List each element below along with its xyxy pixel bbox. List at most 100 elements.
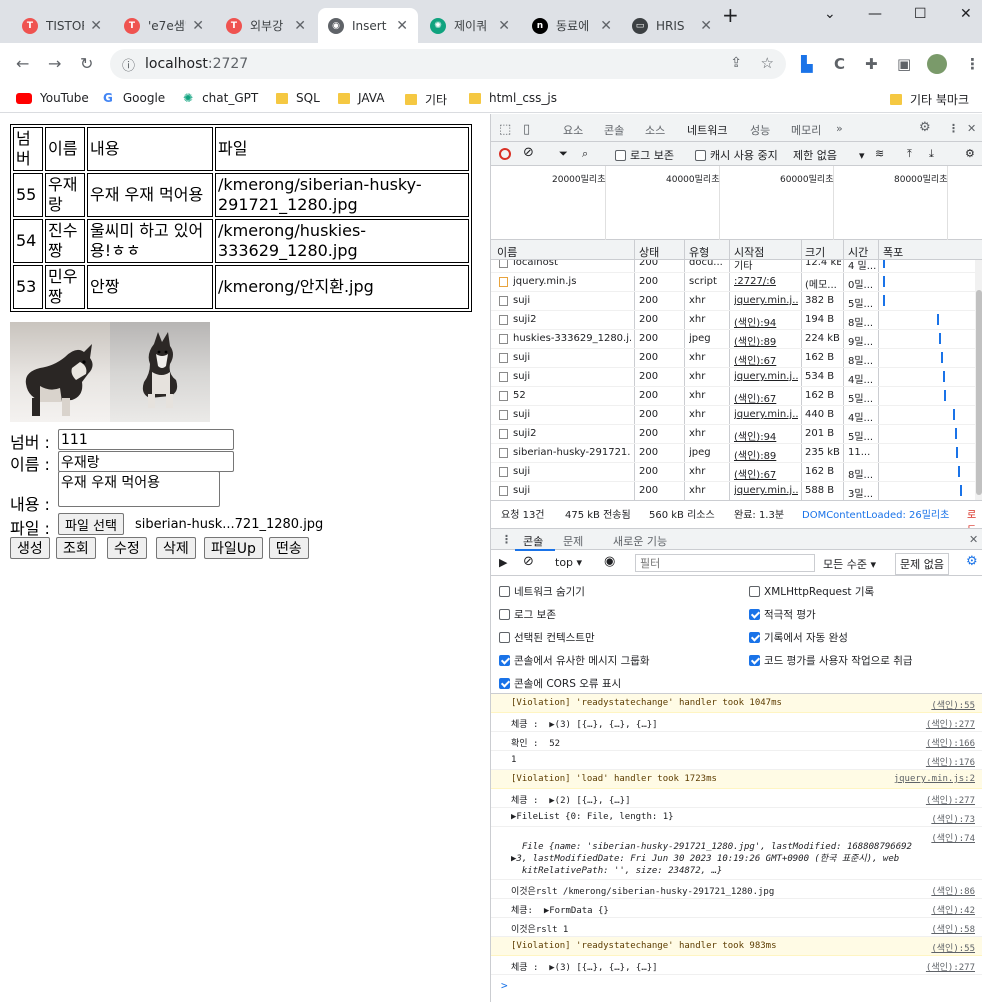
close-tab-icon[interactable]: ✕ [600, 18, 612, 34]
browser-tab[interactable]: n 동료에 ✕ [522, 8, 622, 43]
console-source-link[interactable]: (색인):55 [931, 698, 975, 711]
network-request-row[interactable]: suji 200 xhr (색인):67 162 B 8밀... [491, 349, 975, 368]
close-tab-icon[interactable]: ✕ [192, 18, 204, 34]
live-expression-eye-icon[interactable]: ◉ [604, 554, 615, 569]
request-init[interactable]: (색인):67 [734, 352, 798, 367]
tab-memory[interactable]: 메모리 [791, 122, 821, 138]
close-tab-icon[interactable]: ✕ [700, 18, 712, 34]
console-prompt[interactable]: > [501, 979, 508, 992]
request-init[interactable]: jquery.min.j... [734, 485, 798, 496]
console-setting-checkbox[interactable]: 코드 평가를 사용자 작업으로 취급 [749, 653, 913, 668]
console-source-link[interactable]: (색인):277 [926, 717, 975, 730]
share-icon[interactable]: ⇪ [730, 55, 742, 71]
console-setting-checkbox[interactable]: 콘솔에 CORS 오류 표시 [499, 676, 621, 691]
console-source-link[interactable]: (색인):166 [926, 736, 975, 749]
close-window-button[interactable]: ✕ [960, 6, 972, 22]
col-initiator[interactable]: 시작점 [734, 244, 764, 260]
console-source-link[interactable]: (색인):73 [931, 812, 975, 825]
request-init[interactable]: jquery.min.j... [734, 371, 798, 382]
request-init[interactable]: (색인):67 [734, 466, 798, 481]
reload-icon[interactable]: ↻ [80, 54, 93, 73]
console-source-link[interactable]: jquery.min.js:2 [894, 774, 975, 784]
maximize-button[interactable]: ☐ [914, 6, 927, 22]
tab-console[interactable]: 콘솔 [604, 122, 624, 138]
close-tab-icon[interactable]: ✕ [396, 18, 408, 34]
console-settings-icon[interactable]: ⚙ [966, 554, 978, 569]
network-request-row[interactable]: suji2 200 xhr (색인):94 201 B 5밀... [491, 425, 975, 444]
tab-performance[interactable]: 성능 [750, 122, 770, 138]
extension-icon[interactable]: ▙ [801, 55, 813, 73]
name-input[interactable] [58, 451, 234, 472]
bookmark-google[interactable]: G Google [103, 91, 165, 105]
forward-icon[interactable]: → [48, 54, 61, 73]
console-source-link[interactable]: (색인):74 [931, 831, 975, 844]
preserve-log-checkbox[interactable]: 로그 보존 [615, 147, 674, 163]
network-request-row[interactable]: suji 200 xhr jquery.min.j... 382 B 5밀... [491, 292, 975, 311]
clear-icon[interactable]: ⊘ [523, 145, 534, 160]
browser-tab[interactable]: ◉ Insert ✕ [318, 8, 418, 43]
network-request-row[interactable]: siberian-husky-291721... 200 jpeg (색인):89 23… [491, 444, 975, 463]
context-select[interactable]: top ▾ [555, 556, 582, 569]
console-source-link[interactable]: (색인):42 [931, 903, 975, 916]
inspect-icon[interactable]: ⬚ [499, 122, 511, 137]
download-icon[interactable]: ⤓ [929, 147, 934, 161]
close-tab-icon[interactable]: ✕ [294, 18, 306, 34]
request-init[interactable]: (색인):94 [734, 428, 798, 443]
col-time[interactable]: 시간 [848, 244, 868, 260]
extension-c-icon[interactable]: C [834, 55, 845, 73]
close-drawer-icon[interactable]: ✕ [969, 533, 978, 546]
close-devtools-icon[interactable]: ✕ [967, 122, 976, 135]
console-setting-checkbox[interactable]: 적극적 평가 [749, 607, 816, 622]
read-button[interactable]: 조회 [56, 537, 96, 559]
request-init[interactable]: jquery.min.j... [734, 295, 798, 306]
console-setting-checkbox[interactable]: 콘솔에서 유사한 메시지 그룹화 [499, 653, 650, 668]
request-init[interactable]: (색인):89 [734, 333, 798, 348]
minimize-button[interactable]: — [868, 6, 882, 22]
request-init[interactable]: jquery.min.j... [734, 409, 798, 420]
request-init[interactable]: (색인):89 [734, 447, 798, 462]
request-init[interactable]: :2727/:6 [734, 276, 798, 287]
bookmark-sql[interactable]: SQL [276, 91, 320, 105]
console-source-link[interactable]: (색인):55 [931, 941, 975, 954]
update-button[interactable]: 수정 [107, 537, 147, 559]
request-init[interactable]: 기타 [734, 260, 798, 272]
console-source-link[interactable]: (색인):277 [926, 960, 975, 973]
file-choose-button[interactable]: 파일 선택 [58, 513, 124, 535]
record-icon[interactable] [499, 148, 511, 160]
col-type[interactable]: 유형 [689, 244, 709, 260]
throttle-select[interactable]: 제한 없음 ▾ [793, 147, 865, 163]
more-tabs-icon[interactable]: » [836, 122, 843, 135]
browser-tab[interactable]: T TISTOR ✕ [12, 8, 112, 43]
log-levels-select[interactable]: 모든 수준 ▾ [823, 556, 876, 572]
bookmark-etc[interactable]: 기타 [405, 91, 447, 108]
console-filter-input[interactable] [635, 554, 815, 572]
console-setting-checkbox[interactable]: 선택된 컨텍스트만 [499, 630, 595, 645]
tab-sources[interactable]: 소스 [645, 122, 665, 138]
network-request-row[interactable]: huskies-333629_1280.j... 200 jpeg (색인):89 22… [491, 330, 975, 349]
network-request-row[interactable]: suji 200 xhr jquery.min.j... 440 B 4밀... [491, 406, 975, 425]
content-textarea[interactable]: 우재 우재 먹어용 [58, 471, 220, 507]
bookmark-html-css-js[interactable]: html_css_js [469, 91, 557, 105]
col-waterfall[interactable]: 폭포 [883, 244, 903, 260]
close-tab-icon[interactable]: ✕ [90, 18, 102, 34]
filter-icon[interactable]: ⏷ [559, 147, 568, 161]
drawer-tab-issues[interactable]: 문제 [563, 533, 583, 549]
console-setting-checkbox[interactable]: 네트워크 숨기기 [499, 584, 585, 599]
network-request-row[interactable]: suji2 200 xhr (색인):94 194 B 8밀... [491, 311, 975, 330]
network-request-row[interactable]: jquery.min.js 200 script:2727/:6 (메모... 0밀..… [491, 273, 975, 292]
menu-kebab-icon[interactable]: ⋮ [965, 55, 980, 73]
bookmark-java[interactable]: JAVA [338, 91, 384, 105]
issues-button[interactable]: 문제 없음 [895, 553, 949, 575]
network-request-row[interactable]: suji 200 xhr (색인):67 162 B 8밀... [491, 463, 975, 482]
address-bar[interactable]: ⓘ localhost:2727 ⇪ ☆ [110, 49, 786, 79]
browser-tab[interactable]: ▭ HRIS ✕ [622, 8, 722, 43]
profile-avatar[interactable] [927, 54, 947, 74]
request-init[interactable]: (색인):94 [734, 314, 798, 329]
upload-icon[interactable]: ⤒ [907, 147, 912, 161]
sidebar-toggle-icon[interactable]: ▶ [499, 556, 507, 569]
network-request-row[interactable]: suji 200 xhr jquery.min.j... 534 B 4밀... [491, 368, 975, 387]
browser-tab[interactable]: T 'e7e샘' ✕ [114, 8, 214, 43]
col-size[interactable]: 크기 [805, 244, 825, 260]
console-source-link[interactable]: (색인):86 [931, 884, 975, 897]
num-input[interactable] [58, 429, 234, 450]
